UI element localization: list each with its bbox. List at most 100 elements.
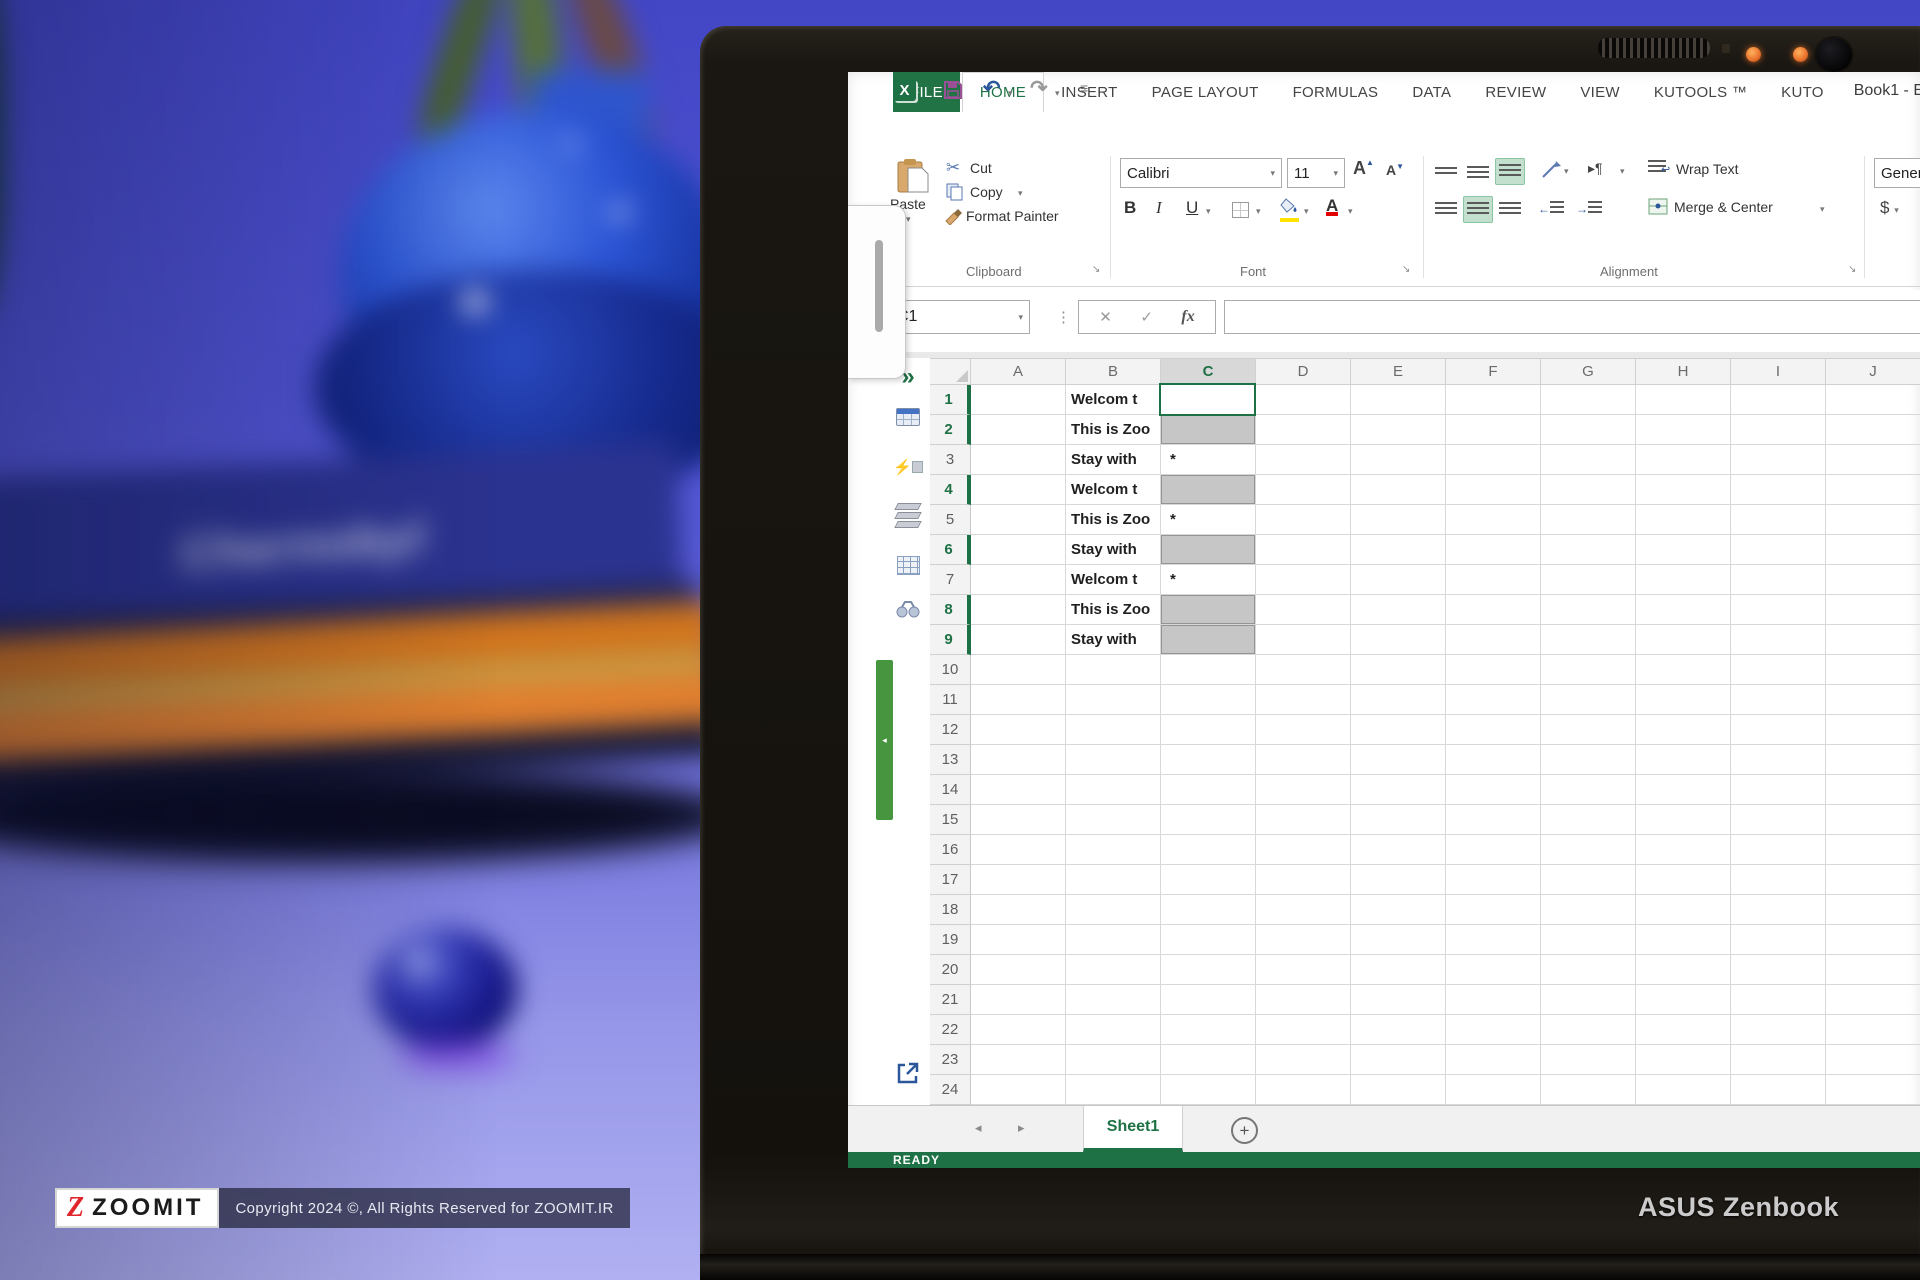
cell-C13[interactable]: [1161, 745, 1256, 775]
cell-G3[interactable]: [1541, 445, 1636, 475]
format-painter-button[interactable]: Format Painter: [966, 208, 1059, 224]
cell-A1[interactable]: [971, 385, 1066, 415]
insert-function-icon[interactable]: fx: [1181, 308, 1194, 326]
shrink-font-button[interactable]: A▼: [1386, 162, 1404, 178]
cell-A15[interactable]: [971, 805, 1066, 835]
cell-C19[interactable]: [1161, 925, 1256, 955]
cell-D2[interactable]: [1256, 415, 1351, 445]
cell-J23[interactable]: [1826, 1045, 1920, 1075]
grow-font-button[interactable]: A▲: [1353, 158, 1374, 179]
cell-C9[interactable]: [1161, 625, 1256, 655]
cell-G11[interactable]: [1541, 685, 1636, 715]
cell-C11[interactable]: [1161, 685, 1256, 715]
cell-G24[interactable]: [1541, 1075, 1636, 1105]
cell-I14[interactable]: [1731, 775, 1826, 805]
cell-F24[interactable]: [1446, 1075, 1541, 1105]
cell-J8[interactable]: [1826, 595, 1920, 625]
currency-button[interactable]: $ ▾: [1880, 198, 1899, 218]
cell-E12[interactable]: [1351, 715, 1446, 745]
cell-B10[interactable]: [1066, 655, 1161, 685]
cell-C20[interactable]: [1161, 955, 1256, 985]
cell-D24[interactable]: [1256, 1075, 1351, 1105]
cell-F21[interactable]: [1446, 985, 1541, 1015]
row-header-5[interactable]: 5: [930, 505, 971, 535]
cell-H17[interactable]: [1636, 865, 1731, 895]
cell-C10[interactable]: [1161, 655, 1256, 685]
alignment-dialog-launcher-icon[interactable]: ↘: [1848, 264, 1856, 275]
layers-icon[interactable]: [893, 500, 923, 530]
cell-J14[interactable]: [1826, 775, 1920, 805]
cell-D18[interactable]: [1256, 895, 1351, 925]
cell-E5[interactable]: [1351, 505, 1446, 535]
tab-data[interactable]: DATA: [1395, 72, 1468, 112]
cell-I9[interactable]: [1731, 625, 1826, 655]
column-header-H[interactable]: H: [1636, 358, 1731, 385]
column-header-J[interactable]: J: [1826, 358, 1920, 385]
cell-G19[interactable]: [1541, 925, 1636, 955]
active-cell-C1[interactable]: [1159, 383, 1256, 416]
cell-E1[interactable]: [1351, 385, 1446, 415]
row-header-15[interactable]: 15: [930, 805, 971, 835]
cell-I22[interactable]: [1731, 1015, 1826, 1045]
redo-dropdown-icon[interactable]: ▾: [1055, 88, 1060, 99]
cell-C2[interactable]: [1161, 415, 1256, 445]
tab-view[interactable]: VIEW: [1563, 72, 1637, 112]
cell-A4[interactable]: [971, 475, 1066, 505]
cell-G20[interactable]: [1541, 955, 1636, 985]
cell-J7[interactable]: [1826, 565, 1920, 595]
copy-button[interactable]: Copy: [970, 184, 1003, 200]
cell-D20[interactable]: [1256, 955, 1351, 985]
name-box-splitter-icon[interactable]: ⋮: [1056, 308, 1071, 326]
cell-J20[interactable]: [1826, 955, 1920, 985]
collapsed-panel[interactable]: [848, 205, 906, 379]
cell-A19[interactable]: [971, 925, 1066, 955]
cell-D11[interactable]: [1256, 685, 1351, 715]
row-header-23[interactable]: 23: [930, 1045, 971, 1075]
new-sheet-button[interactable]: +: [1231, 1117, 1258, 1144]
cell-G13[interactable]: [1541, 745, 1636, 775]
underline-button[interactable]: U: [1186, 198, 1198, 218]
cell-B24[interactable]: [1066, 1075, 1161, 1105]
cell-H3[interactable]: [1636, 445, 1731, 475]
column-header-C[interactable]: C: [1161, 358, 1256, 385]
cell-B7[interactable]: Welcom t: [1066, 565, 1161, 595]
cell-F15[interactable]: [1446, 805, 1541, 835]
column-header-B[interactable]: B: [1066, 358, 1161, 385]
cell-B17[interactable]: [1066, 865, 1161, 895]
cell-A22[interactable]: [971, 1015, 1066, 1045]
tab-kutools-[interactable]: KUTOOLS ™: [1637, 72, 1764, 112]
undo-button[interactable]: ↶: [983, 78, 1001, 99]
prev-sheet-icon[interactable]: ◂: [975, 1120, 982, 1136]
cell-E9[interactable]: [1351, 625, 1446, 655]
row-header-3[interactable]: 3: [930, 445, 971, 475]
cell-H24[interactable]: [1636, 1075, 1731, 1105]
save-icon[interactable]: [943, 80, 963, 105]
cut-button[interactable]: Cut: [970, 160, 992, 176]
cell-I19[interactable]: [1731, 925, 1826, 955]
cell-I11[interactable]: [1731, 685, 1826, 715]
row-header-16[interactable]: 16: [930, 835, 971, 865]
cell-C21[interactable]: [1161, 985, 1256, 1015]
cell-A16[interactable]: [971, 835, 1066, 865]
text-direction-dropdown-icon[interactable]: ▾: [1620, 166, 1625, 177]
cell-A3[interactable]: [971, 445, 1066, 475]
font-family-select[interactable]: Calibri ▾: [1120, 158, 1282, 188]
orientation-dropdown-icon[interactable]: ▾: [1564, 166, 1569, 177]
cell-J13[interactable]: [1826, 745, 1920, 775]
row-header-21[interactable]: 21: [930, 985, 971, 1015]
increase-indent-icon[interactable]: →: [1576, 200, 1602, 218]
cell-F3[interactable]: [1446, 445, 1541, 475]
cell-E4[interactable]: [1351, 475, 1446, 505]
cell-D6[interactable]: [1256, 535, 1351, 565]
cell-I6[interactable]: [1731, 535, 1826, 565]
cell-E23[interactable]: [1351, 1045, 1446, 1075]
cell-F13[interactable]: [1446, 745, 1541, 775]
cell-G16[interactable]: [1541, 835, 1636, 865]
cell-F2[interactable]: [1446, 415, 1541, 445]
row-header-8[interactable]: 8: [930, 595, 971, 625]
cell-D3[interactable]: [1256, 445, 1351, 475]
cell-H4[interactable]: [1636, 475, 1731, 505]
cell-E21[interactable]: [1351, 985, 1446, 1015]
sheet-tab-sheet1[interactable]: Sheet1: [1083, 1106, 1183, 1152]
external-link-icon[interactable]: [893, 1058, 923, 1088]
